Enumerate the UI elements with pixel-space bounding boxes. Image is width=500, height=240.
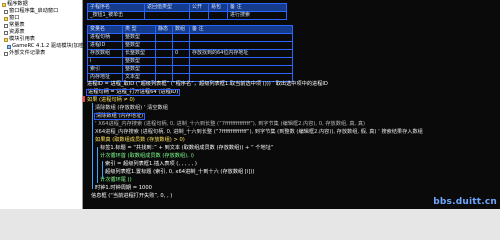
tree-item-label: GameRC 4.1.2 驱动模块(加密版) <box>12 43 92 50</box>
var-static-cell[interactable] <box>155 33 173 42</box>
public-cell[interactable] <box>189 11 209 20</box>
var-name-cell[interactable]: 存放数组 <box>87 49 123 58</box>
folder-icon <box>2 3 6 7</box>
tree-item-label: 外部文件记录表 <box>9 50 46 57</box>
var-type-cell[interactable]: 整数型 <box>122 65 156 74</box>
tree-item-label: 程序数据 <box>7 1 28 8</box>
folder-icon <box>4 38 8 42</box>
var-name-cell[interactable]: 进程句柄 <box>87 33 123 42</box>
var-array-cell[interactable] <box>172 57 190 66</box>
doc-icon <box>4 31 8 35</box>
table-row[interactable]: 存放数组 长整数型 0 存放找到的64位内存地址 <box>87 49 293 58</box>
header-note: 备 注 <box>227 3 287 12</box>
breakpoint-marker[interactable] <box>83 96 85 102</box>
block-guide-if <box>92 103 93 189</box>
code-editor[interactable]: 子程序名 返回值类型 公开 易包 备 注 _按钮1_被单击 进行搜索 变量名 类… <box>83 0 500 209</box>
var-note-cell[interactable]: 存放找到的64位内存地址 <box>189 49 293 58</box>
code-line[interactable]: 索引 = 超级列表框1.插入表项 (, , , , , ) <box>105 161 197 168</box>
var-name-cell[interactable]: 索引 <box>87 65 123 74</box>
tree-item-label: 窗口 <box>9 15 20 22</box>
tree-item-label: 资源表 <box>9 29 25 36</box>
code-line[interactable]: 进程句柄 = 进程_打开进程64 (进程ID) <box>85 88 181 97</box>
var-array-cell[interactable]: 0 <box>172 49 190 58</box>
folder-icon <box>4 17 8 21</box>
header-static: 静态 <box>155 25 173 34</box>
header-public: 公开 <box>189 3 209 12</box>
var-note-cell[interactable] <box>189 41 293 50</box>
code-line[interactable]: 超级列表框1.置标题 (索引, 0, x64进制_十到十六 (存放数组 [i])… <box>105 169 254 176</box>
var-static-cell[interactable] <box>155 57 173 66</box>
var-name-cell[interactable]: i <box>87 57 123 66</box>
code-line[interactable]: 清除数组 (内存地址) <box>93 112 146 121</box>
var-static-cell[interactable] <box>155 49 173 58</box>
return-type-cell[interactable] <box>144 11 190 20</box>
doc-icon <box>4 24 8 28</box>
var-note-cell[interactable] <box>189 65 293 74</box>
var-note-cell[interactable] <box>189 33 293 42</box>
var-array-cell[interactable] <box>172 33 190 42</box>
var-note-cell[interactable] <box>189 57 293 66</box>
header-return-type: 返回值类型 <box>144 3 190 12</box>
tree-item-external-files[interactable]: 外部文件记录表 <box>4 51 45 57</box>
sub-name-cell[interactable]: _按钮1_被单击 <box>87 11 145 20</box>
code-line[interactable]: 进程ID = 进程_取ID (“超级列表框” (“程序名”，超级列表框1.取当前… <box>87 81 328 88</box>
var-array-cell[interactable] <box>172 65 190 74</box>
sub-note-cell[interactable]: 进行搜索 <box>227 11 287 20</box>
project-tree: 程序数据 窗口程序集_启动窗口 窗口 常量表 资源表 模块引用表 GameRC … <box>0 0 91 209</box>
code-line[interactable]: 清除数组 (存放数组) ‘ 清空数组 <box>95 105 168 112</box>
var-array-cell[interactable] <box>172 41 190 50</box>
header-var-name: 变量名 <box>87 25 123 34</box>
tree-item-label: 窗口程序集_启动窗口 <box>9 8 59 15</box>
header-array: 数组 <box>172 25 190 34</box>
variable-table: 变量名 类 型 静态 数组 备 注 进程句柄 整数型 进程ID 整数型 存放数组… <box>87 25 293 82</box>
module-icon <box>7 45 11 49</box>
var-type-cell[interactable]: 整数型 <box>122 57 156 66</box>
site-watermark: bbs.duitt.cn <box>433 197 497 207</box>
header-easy-pack: 易包 <box>208 3 228 12</box>
subroutine-table: 子程序名 返回值类型 公开 易包 备 注 _按钮1_被单击 进行搜索 <box>87 3 287 20</box>
doc-icon <box>4 10 8 14</box>
block-guide-if-true <box>97 147 98 183</box>
code-line[interactable]: 计次循环首 (取数组成员数 (存放数组), i) <box>100 153 194 160</box>
code-line[interactable]: 如果真 (取数组成员数 (存放数组) > 0) <box>95 137 185 144</box>
table-row[interactable]: 索引 整数型 <box>87 65 293 74</box>
var-static-cell[interactable] <box>155 41 173 50</box>
header-var-note: 备 注 <box>189 25 293 34</box>
code-line[interactable]: 标签1.标题 = “共找到：” + 到文本 (取数组成员数 (存放数组)) + … <box>100 145 274 152</box>
var-type-cell[interactable]: 整数型 <box>122 33 156 42</box>
code-line[interactable]: X64进程_内存搜索 (进程句柄, 0, 进制_十六到长整 (“7fffffff… <box>95 129 423 136</box>
table-row[interactable]: 进程句柄 整数型 <box>87 33 293 42</box>
var-name-cell[interactable]: 进程ID <box>87 41 123 50</box>
header-var-type: 类 型 <box>122 25 156 34</box>
table-row[interactable]: 进程ID 整数型 <box>87 41 293 50</box>
tree-item-label: 模块引用表 <box>9 36 35 43</box>
header-sub-name: 子程序名 <box>87 3 145 12</box>
code-line[interactable]: 时钟1.时钟周期 = 1000 <box>95 185 152 192</box>
doc-icon <box>4 52 8 56</box>
var-type-cell[interactable]: 长整数型 <box>122 49 156 58</box>
easy-pack-cell[interactable] <box>208 11 228 20</box>
tree-item-label: 常量表 <box>9 22 25 29</box>
code-line[interactable]: 如果 (进程句柄 ≠ 0) <box>87 97 135 104</box>
code-line[interactable]: 信息框 (“当前进程打开失败”, 0, , ) <box>91 193 172 200</box>
var-static-cell[interactable] <box>155 65 173 74</box>
code-line[interactable]: 计次循环尾 () <box>100 177 132 184</box>
var-type-cell[interactable]: 整数型 <box>122 41 156 50</box>
table-row[interactable]: i 整数型 <box>87 57 293 66</box>
code-line[interactable]: ‘ X64进程_内存搜索 (进程句柄, 0, 进制_十六到长整 (“7fffff… <box>95 121 365 128</box>
